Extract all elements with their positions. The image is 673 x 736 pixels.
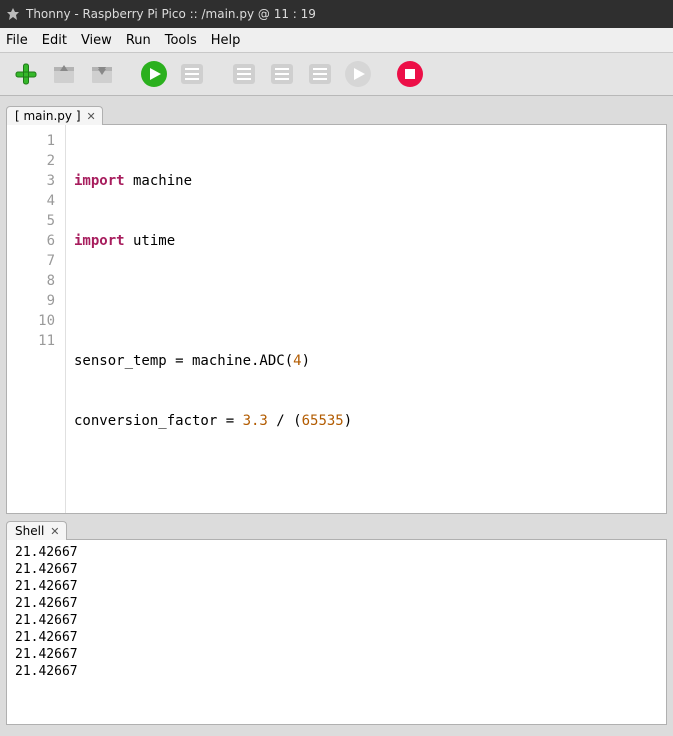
line-number: 3 (7, 171, 55, 191)
menu-help[interactable]: Help (211, 33, 241, 48)
titlebar: Thonny - Raspberry Pi Pico :: /main.py @… (0, 0, 673, 28)
run-button[interactable] (138, 58, 170, 90)
editor-tab-main[interactable]: [ main.py ] ✕ (6, 106, 103, 125)
step-out-button[interactable] (304, 58, 336, 90)
step-over-button[interactable] (228, 58, 260, 90)
menu-file[interactable]: File (6, 33, 28, 48)
line-number: 1 (7, 131, 55, 151)
app-icon (6, 7, 20, 21)
shell-output[interactable]: 21.4266721.4266721.4266721.4266721.42667… (6, 539, 667, 725)
line-number: 7 (7, 251, 55, 271)
open-file-button[interactable] (48, 58, 80, 90)
line-number: 5 (7, 211, 55, 231)
menu-run[interactable]: Run (126, 33, 151, 48)
stop-button[interactable] (394, 58, 426, 90)
debug-button[interactable] (176, 58, 208, 90)
toolbar (0, 53, 673, 96)
editor-pane: [ main.py ] ✕ 1234567891011 import machi… (0, 96, 673, 514)
shell-line: 21.42667 (15, 663, 658, 680)
menu-view[interactable]: View (81, 33, 112, 48)
menubar: File Edit View Run Tools Help (0, 28, 673, 53)
save-file-button[interactable] (86, 58, 118, 90)
editor-tabstrip: [ main.py ] ✕ (6, 100, 667, 124)
shell-tab[interactable]: Shell ✕ (6, 521, 67, 540)
shell-line: 21.42667 (15, 544, 658, 561)
line-number-gutter: 1234567891011 (7, 125, 66, 513)
shell-line: 21.42667 (15, 561, 658, 578)
line-number: 11 (7, 331, 55, 351)
shell-pane: Shell ✕ 21.4266721.4266721.4266721.42667… (0, 514, 673, 725)
code-editor[interactable]: 1234567891011 import machine import utim… (6, 124, 667, 514)
line-number: 4 (7, 191, 55, 211)
close-icon[interactable]: ✕ (50, 525, 59, 538)
window-title: Thonny - Raspberry Pi Pico :: /main.py @… (26, 7, 316, 21)
shell-line: 21.42667 (15, 595, 658, 612)
resume-button[interactable] (342, 58, 374, 90)
line-number: 2 (7, 151, 55, 171)
close-icon[interactable]: ✕ (87, 110, 96, 123)
shell-line: 21.42667 (15, 578, 658, 595)
editor-tab-label: [ main.py ] (15, 109, 81, 123)
menu-edit[interactable]: Edit (42, 33, 67, 48)
shell-line: 21.42667 (15, 612, 658, 629)
line-number: 6 (7, 231, 55, 251)
shell-tab-label: Shell (15, 524, 44, 538)
code-area[interactable]: import machine import utime sensor_temp … (66, 125, 554, 513)
shell-line: 21.42667 (15, 629, 658, 646)
line-number: 9 (7, 291, 55, 311)
line-number: 8 (7, 271, 55, 291)
new-file-button[interactable] (10, 58, 42, 90)
line-number: 10 (7, 311, 55, 331)
shell-line: 21.42667 (15, 646, 658, 663)
menu-tools[interactable]: Tools (165, 33, 197, 48)
step-into-button[interactable] (266, 58, 298, 90)
